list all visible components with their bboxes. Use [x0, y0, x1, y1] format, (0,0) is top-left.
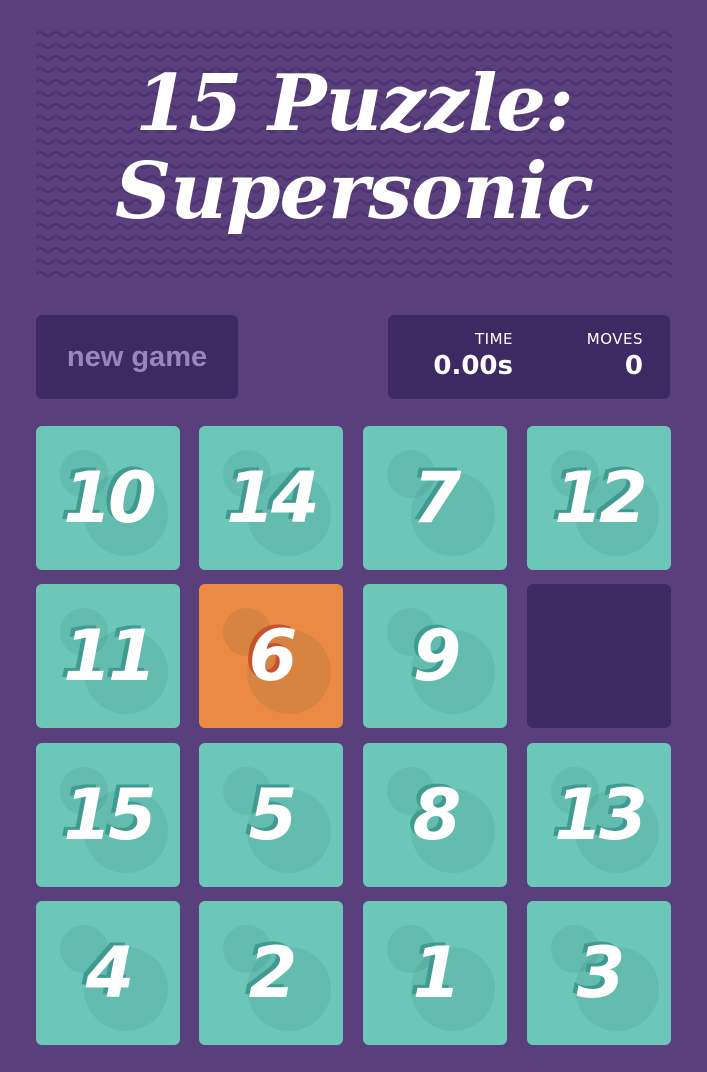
tile-13[interactable]: 13	[527, 743, 671, 887]
tile-8[interactable]: 8	[363, 743, 507, 887]
tile-6[interactable]: 6	[199, 584, 343, 728]
tile-number: 3	[576, 932, 626, 1014]
moves-value: 0	[624, 351, 643, 381]
tile-number: 7	[412, 457, 462, 539]
moves-label: MOVES	[586, 330, 643, 348]
tile-12[interactable]: 12	[527, 426, 671, 570]
tile-9[interactable]: 9	[363, 584, 507, 728]
title-line-2: Supersonic	[114, 146, 594, 237]
puzzle-board: 10 14 7 12 11 6 9 15 5 8 13 4 2 1 3	[36, 426, 671, 1046]
tile-2[interactable]: 2	[199, 901, 343, 1045]
time-stat: TIME 0.00s	[433, 329, 513, 383]
tile-number: 10	[63, 457, 156, 539]
tile-1[interactable]: 1	[363, 901, 507, 1045]
title-banner: 15 Puzzle: Supersonic	[36, 28, 672, 282]
tile-number: 8	[412, 774, 462, 856]
tile-number: 9	[412, 615, 462, 697]
tile-number: 2	[248, 932, 298, 1014]
tile-7[interactable]: 7	[363, 426, 507, 570]
tile-number: 4	[85, 932, 135, 1014]
game-title: 15 Puzzle: Supersonic	[36, 60, 672, 236]
tile-number: 1	[412, 932, 462, 1014]
tile-number: 6	[248, 615, 298, 697]
new-game-button[interactable]: new game	[36, 315, 238, 399]
tile-number: 13	[554, 774, 647, 856]
tile-number: 15	[63, 774, 156, 856]
tile-4[interactable]: 4	[36, 901, 180, 1045]
moves-stat: MOVES 0	[587, 329, 643, 383]
time-label: TIME	[474, 330, 513, 348]
tile-number: 11	[63, 615, 156, 697]
title-line-1: 15 Puzzle:	[135, 58, 574, 149]
stats-panel: TIME 0.00s MOVES 0	[388, 315, 670, 399]
tile-number: 12	[554, 457, 647, 539]
tile-5[interactable]: 5	[199, 743, 343, 887]
tile-10[interactable]: 10	[36, 426, 180, 570]
tile-number: 14	[226, 457, 319, 539]
tile-11[interactable]: 11	[36, 584, 180, 728]
time-value: 0.00s	[433, 351, 513, 381]
tile-3[interactable]: 3	[527, 901, 671, 1045]
tile-number: 5	[248, 774, 298, 856]
empty-slot	[527, 584, 671, 728]
tile-14[interactable]: 14	[199, 426, 343, 570]
tile-15[interactable]: 15	[36, 743, 180, 887]
